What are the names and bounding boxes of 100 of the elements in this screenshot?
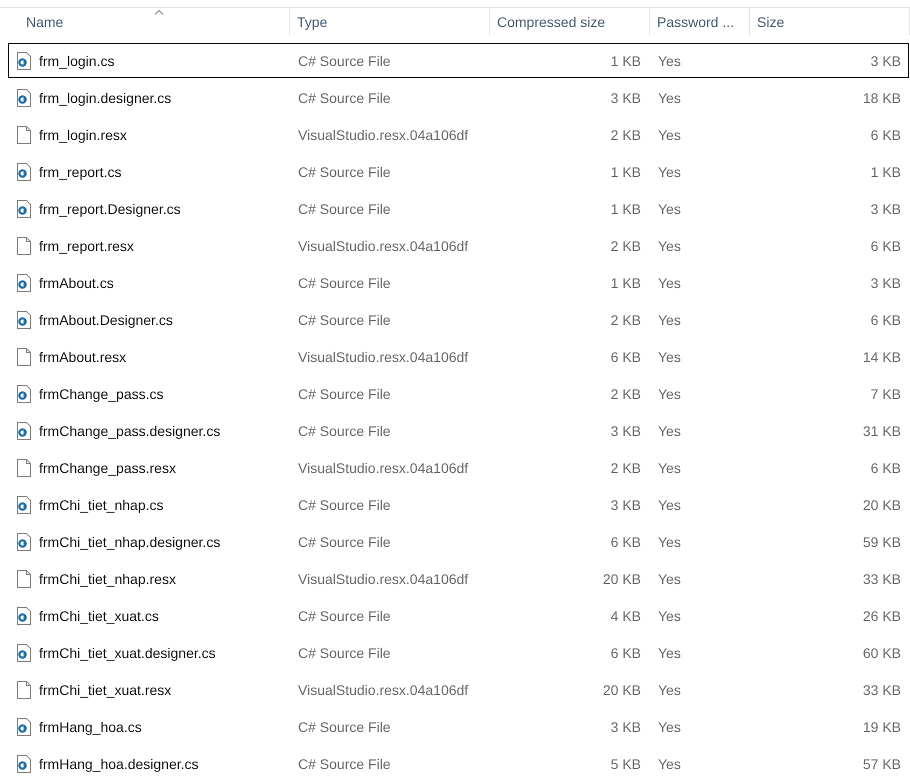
- file-icon: [16, 458, 32, 476]
- file-row[interactable]: frmChi_tiet_nhap.designer.cs C# Source File 6 KB Yes 59 KB: [8, 524, 909, 559]
- file-row[interactable]: frm_login.resx VisualStudio.resx.04a106df 2 KB Yes 6 KB: [8, 117, 909, 152]
- file-row[interactable]: frmChi_tiet_nhap.cs C# Source File 3 KB Yes 20 KB: [8, 487, 909, 522]
- csharp-file-icon: [16, 496, 32, 514]
- file-type: C# Source File: [297, 52, 392, 68]
- sort-ascending-icon: [154, 9, 164, 15]
- csharp-file-icon: [16, 532, 32, 550]
- csharp-file-icon: [16, 52, 32, 70]
- file-size: 14 KB: [862, 348, 902, 364]
- file-name: frmAbout.cs: [39, 274, 114, 290]
- file-type: C# Source File: [297, 608, 392, 624]
- compressed-size: 5 KB: [610, 756, 642, 772]
- csharp-file-icon: [16, 88, 32, 106]
- compressed-size: 3 KB: [610, 422, 642, 438]
- file-row[interactable]: frmChi_tiet_xuat.cs C# Source File 4 KB Yes 26 KB: [8, 598, 909, 633]
- file-name: frmChange_pass.resx: [39, 460, 176, 476]
- password-protected: Yes: [657, 644, 682, 660]
- file-row[interactable]: frm_report.resx VisualStudio.resx.04a106df 2 KB Yes 6 KB: [8, 228, 909, 263]
- file-size: 1 KB: [870, 164, 902, 180]
- column-header[interactable]: Compressed size: [490, 8, 650, 35]
- password-protected: Yes: [657, 238, 682, 254]
- password-protected: Yes: [657, 164, 682, 180]
- file-row[interactable]: frm_login.cs C# Source File 1 KB Yes 3 KB: [8, 43, 909, 78]
- file-icon: [16, 126, 32, 144]
- compressed-size: 3 KB: [610, 90, 642, 106]
- file-size: 6 KB: [870, 312, 902, 328]
- file-row[interactable]: frmAbout.resx VisualStudio.resx.04a106df 6 KB Yes 14 KB: [8, 339, 909, 374]
- file-size: 31 KB: [862, 422, 902, 438]
- password-protected: Yes: [657, 496, 682, 512]
- file-icon: [16, 680, 32, 698]
- password-protected: Yes: [657, 756, 682, 772]
- password-protected: Yes: [657, 312, 682, 328]
- file-name: frmChi_tiet_nhap.resx: [39, 570, 176, 586]
- file-row[interactable]: frmHang_hoa.designer.cs C# Source File 5 KB Yes 57 KB: [8, 746, 909, 779]
- file-type: VisualStudio.resx.04a106df: [297, 460, 470, 476]
- password-protected: Yes: [657, 718, 682, 734]
- file-row[interactable]: frmChange_pass.cs C# Source File 2 KB Yes 7 KB: [8, 376, 909, 411]
- password-protected: Yes: [657, 126, 682, 142]
- password-protected: Yes: [657, 200, 682, 216]
- file-row[interactable]: frmAbout.cs C# Source File 1 KB Yes 3 KB: [8, 265, 909, 300]
- csharp-file-icon: [16, 718, 32, 736]
- file-type: VisualStudio.resx.04a106df: [297, 682, 470, 698]
- password-protected: Yes: [657, 422, 682, 438]
- file-row[interactable]: frmAbout.Designer.cs C# Source File 2 KB Yes 6 KB: [8, 302, 909, 337]
- file-size: 20 KB: [862, 496, 902, 512]
- csharp-file-icon: [16, 422, 32, 440]
- file-size: 18 KB: [862, 90, 902, 106]
- file-icon: [16, 348, 32, 366]
- column-header[interactable]: Type: [290, 8, 490, 35]
- file-row[interactable]: frm_login.designer.cs C# Source File 3 KB Yes 18 KB: [8, 80, 909, 115]
- file-name: frmChi_tiet_xuat.designer.cs: [39, 644, 216, 660]
- password-protected: Yes: [657, 348, 682, 364]
- compressed-size: 1 KB: [610, 200, 642, 216]
- file-type: VisualStudio.resx.04a106df: [297, 238, 470, 254]
- file-name: frmChange_pass.cs: [39, 386, 164, 402]
- file-row[interactable]: frmHang_hoa.cs C# Source File 3 KB Yes 19 KB: [8, 709, 909, 744]
- file-row[interactable]: frm_report.cs C# Source File 1 KB Yes 1 KB: [8, 154, 909, 189]
- password-protected: Yes: [657, 570, 682, 586]
- column-header[interactable]: Password ...: [650, 8, 750, 35]
- file-type: VisualStudio.resx.04a106df: [297, 348, 470, 364]
- file-type: C# Source File: [297, 312, 392, 328]
- file-row[interactable]: frmChi_tiet_xuat.designer.cs C# Source File 6 KB Yes 60 KB: [8, 635, 909, 670]
- csharp-file-icon: [16, 606, 32, 624]
- file-type: C# Source File: [297, 386, 392, 402]
- file-type: VisualStudio.resx.04a106df: [297, 570, 470, 586]
- compressed-size: 2 KB: [610, 460, 642, 476]
- file-type: C# Source File: [297, 90, 392, 106]
- file-type: C# Source File: [297, 164, 392, 180]
- compressed-size: 3 KB: [610, 718, 642, 734]
- file-size: 6 KB: [870, 126, 902, 142]
- file-name: frm_login.resx: [39, 126, 127, 142]
- file-name: frmAbout.Designer.cs: [39, 312, 173, 328]
- file-icon: [16, 570, 32, 588]
- csharp-file-icon: [16, 310, 32, 328]
- file-row[interactable]: frmChi_tiet_nhap.resx VisualStudio.resx.04a106df 20 KB Yes 33 KB: [8, 561, 909, 596]
- file-name: frm_login.cs: [39, 52, 114, 68]
- file-name: frmHang_hoa.cs: [39, 718, 142, 734]
- compressed-size: 1 KB: [610, 52, 642, 68]
- compressed-size: 2 KB: [610, 126, 642, 142]
- file-size: 7 KB: [870, 386, 902, 402]
- column-header[interactable]: Size: [750, 8, 910, 35]
- csharp-file-icon: [16, 162, 32, 180]
- file-name: frm_report.Designer.cs: [39, 200, 181, 216]
- file-row[interactable]: frmChange_pass.designer.cs C# Source File 3 KB Yes 31 KB: [8, 413, 909, 448]
- password-protected: Yes: [657, 608, 682, 624]
- file-row[interactable]: frmChi_tiet_xuat.resx VisualStudio.resx.04a106df 20 KB Yes 33 KB: [8, 672, 909, 707]
- file-size: 33 KB: [862, 570, 902, 586]
- column-header[interactable]: Name: [8, 8, 290, 35]
- file-name: frm_report.resx: [39, 238, 134, 254]
- compressed-size: 2 KB: [610, 238, 642, 254]
- file-name: frm_report.cs: [39, 164, 122, 180]
- csharp-file-icon: [16, 644, 32, 662]
- file-size: 3 KB: [870, 200, 902, 216]
- compressed-size: 6 KB: [610, 644, 642, 660]
- file-type: VisualStudio.resx.04a106df: [297, 126, 470, 142]
- file-row[interactable]: frmChange_pass.resx VisualStudio.resx.04a106df 2 KB Yes 6 KB: [8, 450, 909, 485]
- file-type: C# Source File: [297, 274, 392, 290]
- file-row[interactable]: frm_report.Designer.cs C# Source File 1 KB Yes 3 KB: [8, 191, 909, 226]
- file-size: 59 KB: [862, 534, 902, 550]
